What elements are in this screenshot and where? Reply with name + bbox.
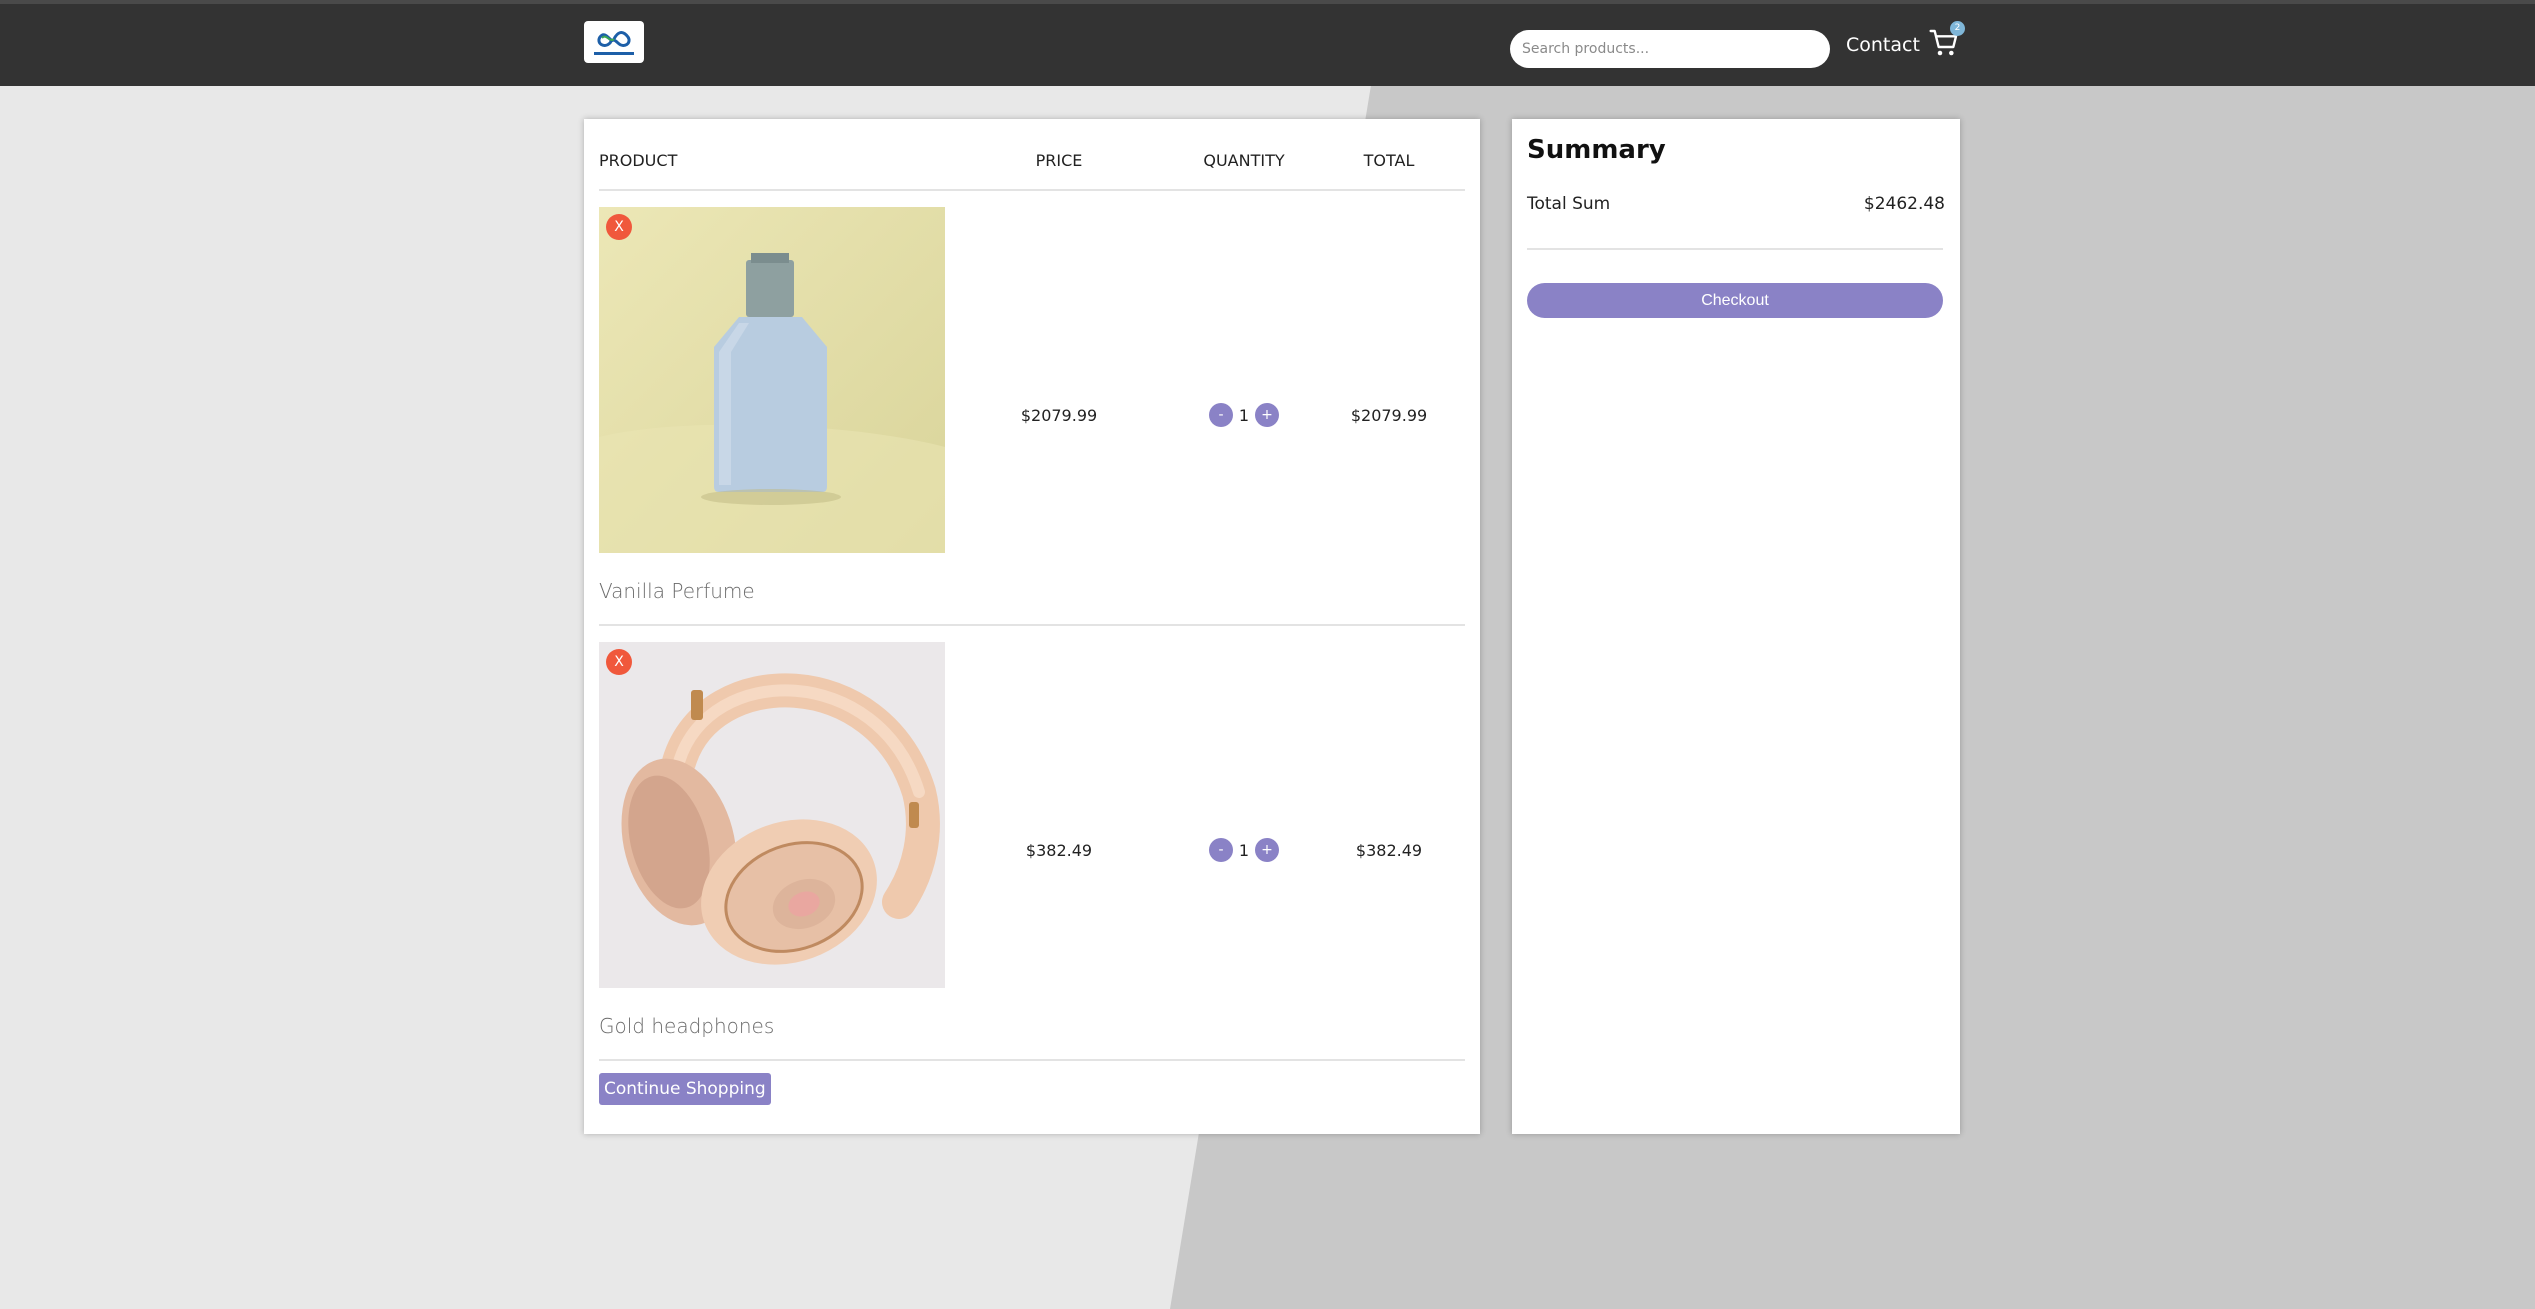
item-total: $382.49 <box>1355 841 1423 860</box>
contact-link[interactable]: Contact <box>1846 30 1920 60</box>
remove-item-button[interactable]: X <box>606 649 632 675</box>
decrement-button[interactable]: - <box>1209 403 1233 427</box>
search-input[interactable] <box>1510 30 1830 68</box>
checkout-button[interactable]: Checkout <box>1527 283 1943 318</box>
summary-panel: Summary Total Sum $2462.48 Checkout <box>1512 119 1960 1134</box>
continue-shopping-button[interactable]: Continue Shopping <box>599 1073 771 1105</box>
perfume-bottle-image <box>599 207 945 553</box>
total-sum-label: Total Sum <box>1527 194 1611 214</box>
cart-count-badge: 2 <box>1950 21 1965 36</box>
item-name[interactable]: Vanilla Perfume <box>599 579 755 603</box>
increment-button[interactable]: + <box>1255 838 1279 862</box>
remove-item-button[interactable]: X <box>606 214 632 240</box>
quantity-value: 1 <box>1238 840 1250 860</box>
top-strip <box>0 0 2535 4</box>
total-sum-value: $2462.48 <box>1863 194 1945 214</box>
item-name[interactable]: Gold headphones <box>599 1014 774 1038</box>
product-image-headphones <box>599 642 945 988</box>
item-total: $2079.99 <box>1350 406 1428 425</box>
item-divider <box>599 624 1465 626</box>
column-header-quantity: QUANTITY <box>1203 151 1285 170</box>
cart-panel: PRODUCT PRICE QUANTITY TOTAL X $2079.99 … <box>584 119 1480 1134</box>
column-header-price: PRICE <box>1035 151 1083 170</box>
quantity-value: 1 <box>1238 405 1250 425</box>
item-price: $2079.99 <box>1020 406 1098 425</box>
item-price: $382.49 <box>1025 841 1093 860</box>
decrement-button[interactable]: - <box>1209 838 1233 862</box>
infinity-logo-icon <box>594 31 634 55</box>
column-header-product: PRODUCT <box>599 151 678 170</box>
header-divider <box>599 189 1465 191</box>
site-logo[interactable] <box>584 21 644 63</box>
summary-divider <box>1527 248 1943 250</box>
headphones-image <box>599 642 945 988</box>
column-header-total: TOTAL <box>1363 151 1415 170</box>
quantity-stepper: -1 + <box>1164 838 1324 864</box>
top-navbar: Contact 2 <box>0 0 2535 86</box>
item-divider <box>599 1059 1465 1061</box>
summary-title: Summary <box>1527 135 1666 165</box>
increment-button[interactable]: + <box>1255 403 1279 427</box>
product-image-perfume <box>599 207 945 553</box>
quantity-stepper: -1 + <box>1164 403 1324 429</box>
